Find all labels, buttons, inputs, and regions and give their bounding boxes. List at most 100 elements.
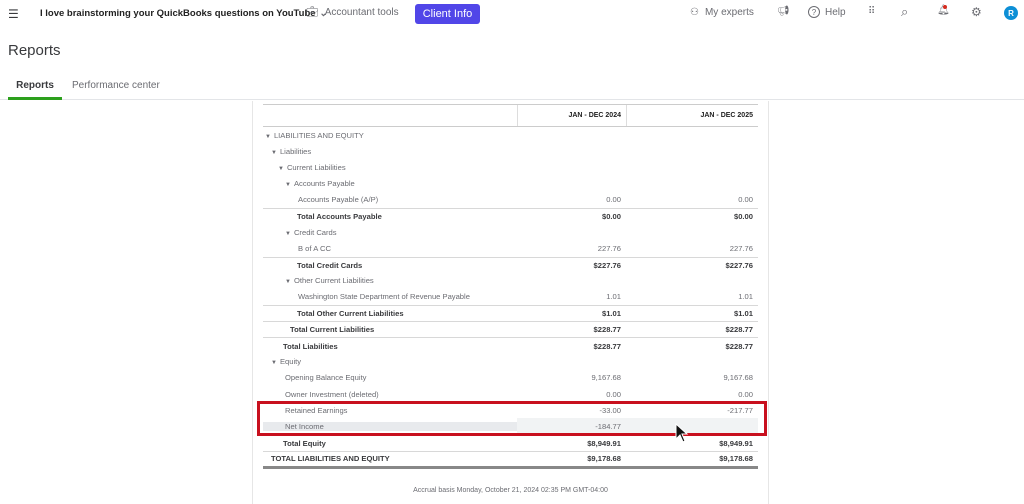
row-label: Total Liabilities xyxy=(283,341,338,351)
row-label: Total Other Current Liabilities xyxy=(297,309,404,319)
table-row[interactable]: Total Liabilities $228.77 $228.77 xyxy=(263,337,758,353)
table-row[interactable]: ▼ Equity xyxy=(263,354,758,370)
row-label: Accounts Payable (A/P) xyxy=(298,195,379,205)
row-value[interactable]: 0.00 xyxy=(626,192,758,208)
row-value[interactable]: $9,178.68 xyxy=(626,452,758,466)
row-value[interactable] xyxy=(626,143,758,159)
row-value[interactable]: 227.76 xyxy=(517,240,626,256)
table-row[interactable]: Total Accounts Payable $0.00 $0.00 xyxy=(263,207,758,224)
row-value[interactable] xyxy=(517,224,626,240)
collapse-caret-icon[interactable]: ▼ xyxy=(278,166,284,172)
column-header[interactable]: JAN - DEC 2025 xyxy=(626,105,758,126)
row-label: Owner Investment (deleted) xyxy=(285,389,379,399)
tab-performance-center[interactable]: Performance center xyxy=(72,80,160,91)
row-label: Liabilities xyxy=(279,146,312,156)
company-switcher[interactable]: I love brainstorming your QuickBooks que… xyxy=(40,8,328,19)
row-value[interactable]: $0.00 xyxy=(626,209,758,224)
table-row[interactable]: Owner Investment (deleted) 0.00 0.00 xyxy=(263,386,758,402)
row-value[interactable]: $8,949.91 xyxy=(517,436,626,451)
row-value[interactable]: $228.77 xyxy=(517,338,626,353)
menu-icon[interactable]: ☰ xyxy=(8,7,19,21)
table-row[interactable]: Total Current Liabilities $228.77 $228.77 xyxy=(263,321,758,337)
table-row[interactable]: Washington State Department of Revenue P… xyxy=(263,289,758,305)
report-page: JAN - DEC 2024 JAN - DEC 2025 ▼ LIABILITI… xyxy=(252,101,769,504)
my-experts-button[interactable]: ⚇ My experts xyxy=(690,7,754,18)
row-value[interactable]: $228.77 xyxy=(626,322,758,337)
row-label: Other Current Liabilities xyxy=(293,276,374,286)
collapse-caret-icon[interactable]: ▼ xyxy=(271,360,277,366)
row-label: Equity xyxy=(279,357,302,367)
row-value[interactable]: $0.00 xyxy=(517,209,626,224)
row-value[interactable]: 1.01 xyxy=(517,289,626,305)
accountant-tools-label: Accountant tools xyxy=(324,7,399,18)
row-value[interactable] xyxy=(517,143,626,159)
row-value[interactable] xyxy=(626,224,758,240)
row-label: Washington State Department of Revenue P… xyxy=(298,292,470,302)
row-value[interactable]: $1.01 xyxy=(517,306,626,321)
row-value[interactable] xyxy=(626,354,758,370)
table-row[interactable]: ▼ Other Current Liabilities xyxy=(263,273,758,289)
table-row[interactable]: Opening Balance Equity 9,167.68 9,167.68 xyxy=(263,370,758,386)
row-value[interactable] xyxy=(626,127,758,143)
collapse-caret-icon[interactable]: ▼ xyxy=(285,231,291,237)
tab-bar: Reports Performance center xyxy=(0,77,1024,100)
row-value[interactable]: $8,949.91 xyxy=(626,436,758,451)
row-value[interactable] xyxy=(517,354,626,370)
megaphone-icon[interactable]: 📢︎ xyxy=(777,6,790,17)
collapse-caret-icon[interactable]: ▼ xyxy=(265,134,271,140)
row-label: Opening Balance Equity xyxy=(285,373,367,383)
table-row[interactable]: ▼ Liabilities xyxy=(263,143,758,159)
row-label: Total Accounts Payable xyxy=(297,212,382,222)
collapse-caret-icon[interactable]: ▼ xyxy=(285,182,291,188)
table-row[interactable]: ▼ LIABILITIES AND EQUITY xyxy=(263,127,758,143)
mouse-cursor-icon xyxy=(675,423,689,443)
row-value[interactable]: 0.00 xyxy=(626,386,758,402)
collapse-caret-icon[interactable]: ▼ xyxy=(285,279,291,285)
column-header[interactable]: JAN - DEC 2024 xyxy=(517,105,626,126)
accountant-tools-button[interactable]: 💼︎ Accountant tools xyxy=(306,7,399,18)
notifications-bell-icon[interactable]: 🔔︎ xyxy=(937,5,950,16)
row-value[interactable]: $227.76 xyxy=(626,258,758,273)
search-icon[interactable]: ⌕ xyxy=(901,4,908,20)
row-value[interactable]: $9,178.68 xyxy=(517,452,626,466)
client-info-button[interactable]: Client Info xyxy=(415,4,480,24)
row-value[interactable] xyxy=(626,159,758,175)
row-value[interactable]: 227.76 xyxy=(626,240,758,256)
row-value[interactable]: $1.01 xyxy=(626,306,758,321)
row-value[interactable]: $228.77 xyxy=(626,338,758,353)
table-row[interactable]: ▼ Accounts Payable xyxy=(263,176,758,192)
table-row[interactable]: Total Other Current Liabilities $1.01 $1.0… xyxy=(263,305,758,321)
row-value[interactable] xyxy=(517,159,626,175)
row-value[interactable]: 0.00 xyxy=(517,386,626,402)
row-value[interactable]: 0.00 xyxy=(517,192,626,208)
row-value[interactable] xyxy=(626,273,758,289)
help-button[interactable]: ? Help xyxy=(808,6,846,18)
table-row[interactable]: TOTAL LIABILITIES AND EQUITY $9,178.68 $9,… xyxy=(263,450,758,469)
row-value[interactable] xyxy=(517,176,626,192)
tab-reports[interactable]: Reports xyxy=(8,80,62,100)
apps-grid-icon[interactable]: ⠿ xyxy=(868,6,875,17)
top-bar: ☰ I love brainstorming your QuickBooks q… xyxy=(0,0,1024,28)
avatar[interactable]: R xyxy=(1004,6,1018,20)
settings-gear-icon[interactable]: ⚙ xyxy=(971,5,982,19)
row-value[interactable] xyxy=(517,273,626,289)
row-label: LIABILITIES AND EQUITY xyxy=(273,130,364,140)
table-row[interactable]: B of A CC 227.76 227.76 xyxy=(263,240,758,256)
row-value[interactable] xyxy=(517,127,626,143)
page-title: Reports xyxy=(8,42,61,59)
company-name: I love brainstorming your QuickBooks que… xyxy=(40,8,316,19)
row-value[interactable]: 1.01 xyxy=(626,289,758,305)
row-value[interactable]: $227.76 xyxy=(517,258,626,273)
row-value[interactable] xyxy=(626,176,758,192)
row-value[interactable]: 9,167.68 xyxy=(626,370,758,386)
collapse-caret-icon[interactable]: ▼ xyxy=(271,150,277,156)
row-value[interactable]: 9,167.68 xyxy=(517,370,626,386)
table-row[interactable]: Total Credit Cards $227.76 $227.76 xyxy=(263,256,758,273)
row-value[interactable]: $228.77 xyxy=(517,322,626,337)
row-label: B of A CC xyxy=(298,243,331,253)
table-row[interactable]: ▼ Credit Cards xyxy=(263,224,758,240)
table-row[interactable]: ▼ Current Liabilities xyxy=(263,159,758,175)
row-label: Accounts Payable xyxy=(293,179,355,189)
table-row[interactable]: Accounts Payable (A/P) 0.00 0.00 xyxy=(263,192,758,208)
person-icon: ⚇ xyxy=(690,7,699,18)
